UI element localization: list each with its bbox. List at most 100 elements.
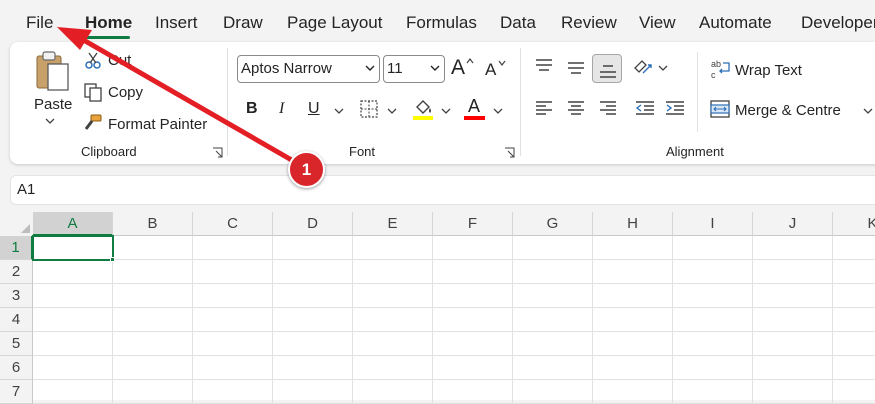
cut-icon[interactable] [84,52,102,70]
grid-cell[interactable] [113,308,193,332]
grid-cell[interactable] [593,380,673,404]
grid-cell[interactable] [753,356,833,380]
decrease-indent-icon[interactable] [635,101,655,115]
grid-cell[interactable] [513,284,593,308]
font-name-select[interactable]: Aptos Narrow [237,55,380,83]
grid-cell[interactable] [513,236,593,260]
grid-cell[interactable] [433,356,513,380]
grid-cell[interactable] [193,356,273,380]
column-header[interactable]: G [513,212,593,236]
column-header[interactable]: A [33,212,113,236]
grid-cell[interactable] [273,332,353,356]
grid-cell[interactable] [433,308,513,332]
grid-cell[interactable] [273,236,353,260]
copy-icon[interactable] [83,82,103,102]
bottom-align-button[interactable] [592,54,622,83]
underline-chevron-icon[interactable] [334,108,344,114]
grid-cell[interactable] [513,308,593,332]
grid-cell[interactable] [113,284,193,308]
grid-cell[interactable] [433,284,513,308]
middle-align-icon[interactable] [567,62,585,76]
grid-cell[interactable] [353,356,433,380]
merge-centre-chevron-icon[interactable] [863,108,873,114]
column-header[interactable]: E [353,212,433,236]
top-align-icon[interactable] [535,59,553,73]
grid-cell[interactable] [113,380,193,404]
grid-cell[interactable] [753,260,833,284]
grid-cell[interactable] [673,284,753,308]
grid-cell[interactable] [353,380,433,404]
worksheet-grid[interactable]: ABCDEFGHIJK 1234567 [0,212,875,404]
grid-cell[interactable] [673,308,753,332]
grid-cell[interactable] [193,308,273,332]
underline-button[interactable]: U [308,100,320,118]
borders-chevron-icon[interactable] [387,108,397,114]
grid-cell[interactable] [833,380,875,404]
font-size-select[interactable]: 11 [383,55,445,83]
tab-data[interactable]: Data [500,12,536,34]
font-dialog-launcher-icon[interactable] [504,147,515,158]
grid-cell[interactable] [753,284,833,308]
tab-review[interactable]: Review [561,12,617,34]
name-box[interactable]: A1 [10,175,875,205]
grid-cell[interactable] [513,356,593,380]
paste-dropdown-chevron-icon[interactable] [45,118,55,124]
row-header[interactable]: 6 [0,356,33,380]
grid-cell[interactable] [833,236,875,260]
grid-cell[interactable] [193,332,273,356]
grid-cell[interactable] [273,260,353,284]
column-header[interactable]: B [113,212,193,236]
copy-button[interactable]: Copy [108,84,143,101]
grid-cell[interactable] [353,308,433,332]
align-right-icon[interactable] [599,101,617,115]
grid-cell[interactable] [673,332,753,356]
column-header[interactable]: D [273,212,353,236]
grid-cell[interactable] [273,356,353,380]
font-color-chevron-icon[interactable] [493,108,503,114]
grid-cell[interactable] [33,260,113,284]
grid-cell[interactable] [833,332,875,356]
tab-draw[interactable]: Draw [223,12,263,34]
tab-automate[interactable]: Automate [699,12,772,34]
grid-cell[interactable] [193,284,273,308]
grid-cell[interactable] [273,284,353,308]
grid-cell[interactable] [33,380,113,404]
column-header[interactable]: I [673,212,753,236]
tab-home[interactable]: Home [85,12,132,34]
grid-cell[interactable] [513,260,593,284]
column-header[interactable]: H [593,212,673,236]
select-all-corner[interactable] [0,212,33,236]
grid-cell[interactable] [433,332,513,356]
row-header[interactable]: 4 [0,308,33,332]
row-header[interactable]: 5 [0,332,33,356]
grid-cell[interactable] [753,380,833,404]
grid-cell[interactable] [33,308,113,332]
cut-button[interactable]: Cut [108,52,131,69]
grid-cell[interactable] [513,332,593,356]
grid-cell[interactable] [113,236,193,260]
wrap-text-icon[interactable]: ab c [710,58,732,80]
tab-insert[interactable]: Insert [155,12,198,34]
grid-cell[interactable] [673,236,753,260]
grid-cell[interactable] [433,260,513,284]
format-painter-icon[interactable] [83,113,103,133]
tab-view[interactable]: View [639,12,676,34]
fill-color-icon[interactable] [412,97,434,121]
row-header[interactable]: 2 [0,260,33,284]
fill-handle[interactable] [110,257,115,262]
increase-indent-icon[interactable] [665,101,685,115]
grid-cell[interactable] [673,260,753,284]
grid-cell[interactable] [833,260,875,284]
grid-cell[interactable] [193,380,273,404]
column-header[interactable]: J [753,212,833,236]
grid-cell[interactable] [193,236,273,260]
italic-button[interactable]: I [279,100,284,118]
tab-developer[interactable]: Developer [801,12,875,34]
grid-cell[interactable] [33,332,113,356]
font-color-button[interactable]: A [468,96,480,117]
format-painter-button[interactable]: Format Painter [108,116,207,133]
grid-cell[interactable] [513,380,593,404]
grid-cell[interactable] [113,260,193,284]
orientation-icon[interactable] [632,56,654,78]
grid-cell[interactable] [353,284,433,308]
